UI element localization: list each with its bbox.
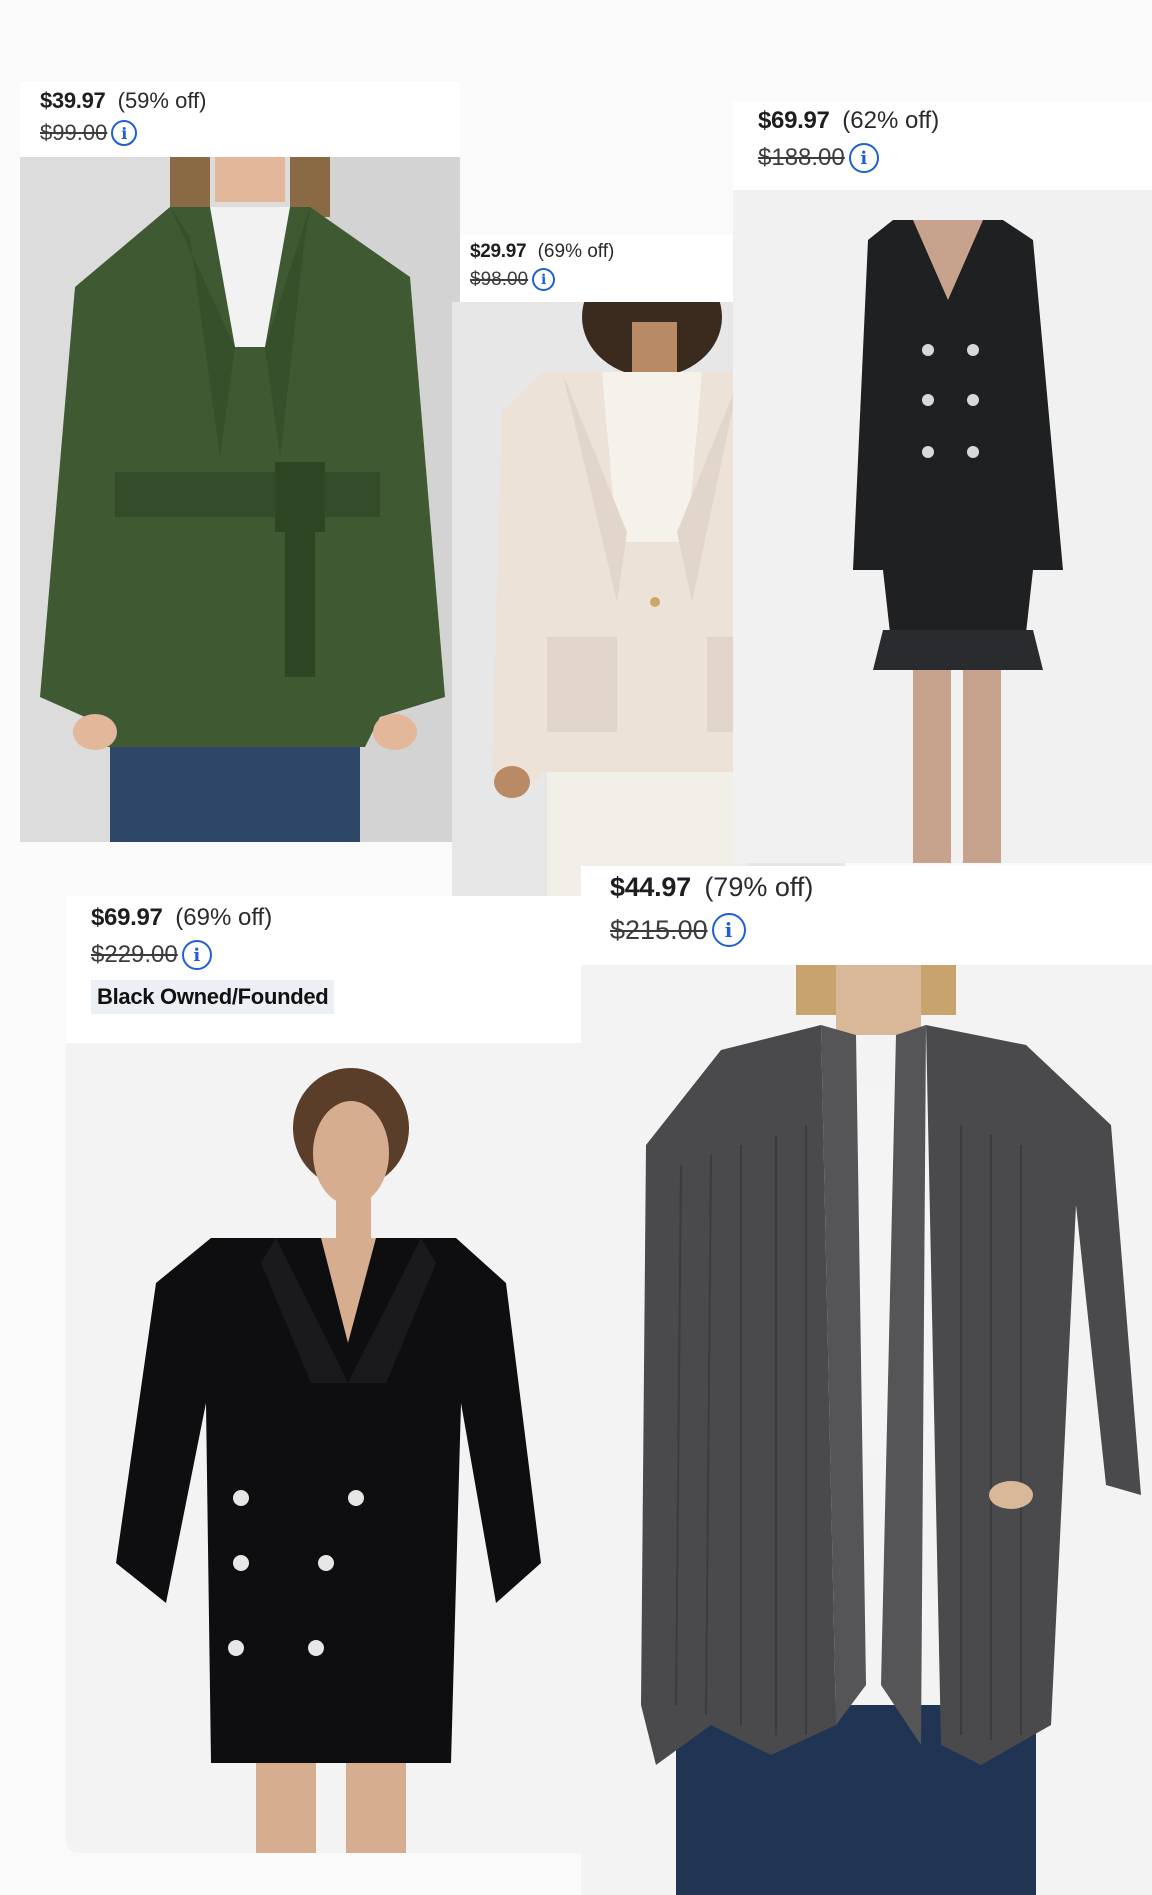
original-price: $98.00 [470,268,529,290]
discount-label: (69% off) [175,904,273,931]
info-circle-icon[interactable]: i [111,120,138,146]
info-circle-icon[interactable]: i [181,940,212,970]
product-image-green-cardigan[interactable] [20,157,460,842]
original-price: $229.00 [91,941,178,968]
info-circle-icon[interactable]: i [711,913,746,947]
sale-price: $69.97 [91,904,163,931]
info-circle-icon[interactable]: i [848,143,879,173]
original-price: $99.00 [40,120,108,145]
black-owned-badge: Black Owned/Founded [91,980,335,1014]
sale-price: $39.97 [40,88,106,113]
sale-price: $29.97 [470,241,527,262]
original-price: $188.00 [758,144,845,171]
product-image-grey-cardigan[interactable] [581,965,1152,1895]
sale-price: $44.97 [610,872,691,902]
discount-label: (69% off) [537,241,615,262]
product-image-black-ruffle-dress[interactable] [733,190,1152,863]
product-image-black-blazer-dress[interactable] [66,1043,581,1853]
discount-label: (79% off) [704,872,814,902]
original-price: $215.00 [610,914,708,945]
price-panel: $39.97 (59% off) $99.00 i [20,82,460,158]
price-panel: $69.97 (62% off) $188.00 i [733,101,1152,191]
discount-label: (59% off) [117,88,207,113]
sale-price: $69.97 [758,107,830,134]
price-panel: $69.97 (69% off) $229.00 i Black Owned/F… [66,896,581,1044]
info-circle-icon[interactable]: i [532,268,556,291]
discount-label: (62% off) [842,107,940,134]
price-panel: $44.97 (79% off) $215.00 i [581,866,1152,966]
